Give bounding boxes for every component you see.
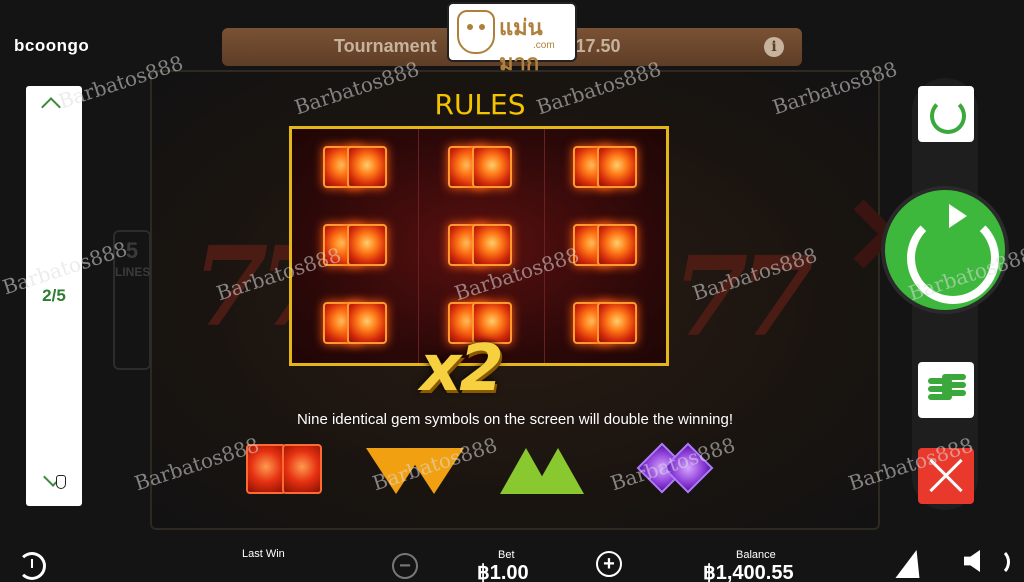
history-icon[interactable] — [18, 552, 46, 580]
grid-cell — [292, 207, 417, 285]
grid-cell — [541, 207, 666, 285]
chevron-up-icon[interactable] — [41, 97, 61, 117]
red-gem-icon — [572, 302, 637, 346]
spin-button[interactable] — [881, 186, 1009, 314]
close-rules-button[interactable] — [918, 448, 974, 504]
sponsor-logo: แม่นมาก .com — [447, 2, 577, 76]
lines-word: LINES — [115, 265, 151, 279]
grid-cell — [292, 285, 417, 363]
green-gem-icon — [500, 440, 590, 496]
lines-indicator: 5 LINES — [113, 230, 151, 370]
rules-title: RULES — [434, 88, 526, 121]
last-win-label: Last Win — [242, 548, 285, 560]
red-gem-icon — [572, 224, 637, 268]
grid-cell — [292, 129, 417, 207]
sound-wave-icon — [984, 548, 1010, 576]
brand-logo: bcoongo — [14, 36, 90, 55]
rules-pager: 2/5 — [26, 86, 82, 506]
sponsor-domain: .com — [533, 40, 555, 51]
mouse-cursor-icon — [56, 475, 66, 489]
info-icon[interactable]: i — [764, 37, 784, 57]
purple-gem-icon — [636, 440, 720, 496]
red-gem-icon — [246, 440, 336, 496]
bet-value: ฿1.00 — [477, 562, 529, 582]
grid-cell — [541, 129, 666, 207]
grid-cell — [417, 129, 542, 207]
multiplier-x2: x2 — [420, 332, 504, 406]
decrease-bet-button[interactable]: − — [392, 553, 418, 579]
red-gem-icon — [323, 146, 388, 190]
tournament-label: Tournament — [334, 36, 437, 56]
balance-value: ฿1,400.55 — [703, 562, 794, 582]
red-gem-icon — [447, 146, 512, 190]
rules-gem-grid — [289, 126, 669, 366]
turbo-bolt-icon[interactable] — [895, 550, 929, 578]
increase-bet-button[interactable]: + — [596, 551, 622, 577]
sound-icon[interactable] — [964, 550, 980, 572]
red-gem-icon — [447, 224, 512, 268]
autoplay-button[interactable] — [918, 86, 974, 142]
orange-gem-icon — [366, 440, 466, 496]
grid-cell — [417, 207, 542, 285]
lines-number: 5 — [125, 238, 139, 263]
red-gem-icon — [323, 302, 388, 346]
cow-icon — [457, 10, 495, 54]
page-counter: 2/5 — [42, 286, 66, 305]
bg-seven-symbol: 77 — [672, 232, 815, 361]
grid-cell — [541, 285, 666, 363]
red-gem-icon — [572, 146, 637, 190]
rules-description: Nine identical gem symbols on the screen… — [296, 411, 734, 428]
red-gem-icon — [323, 224, 388, 268]
bet-coins-button[interactable] — [918, 362, 974, 418]
